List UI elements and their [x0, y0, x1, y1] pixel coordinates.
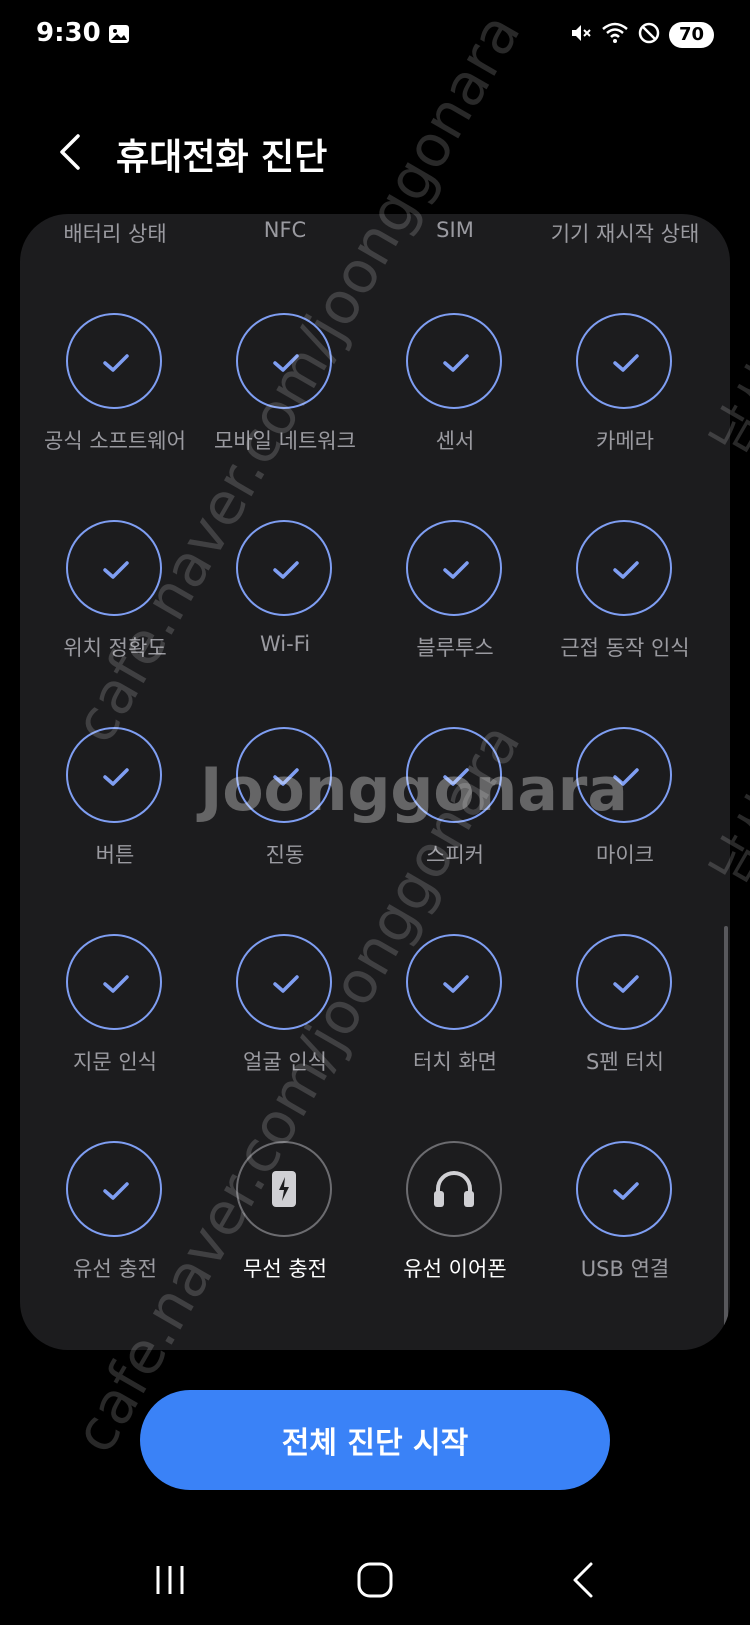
diagnostic-label: 무선 충전	[243, 1257, 327, 1281]
check-icon[interactable]	[66, 520, 162, 616]
check-icon[interactable]	[406, 520, 502, 616]
diagnostic-item[interactable]: 터치 화면	[370, 934, 540, 1094]
diagnostic-item[interactable]: NFC	[200, 214, 370, 266]
battery-level: 70	[668, 22, 714, 48]
back-nav-button[interactable]	[555, 1558, 615, 1602]
diagnostic-label: 블루투스	[416, 636, 494, 660]
diagnostic-label: NFC	[263, 218, 307, 242]
diagnostic-label: 얼굴 인식	[243, 1050, 327, 1074]
diagnostic-item[interactable]: 지문 인식	[30, 934, 200, 1094]
check-icon[interactable]	[406, 313, 502, 409]
diagnostic-label: S펜 터치	[586, 1050, 664, 1074]
diagnostic-item[interactable]: 무선 충전	[200, 1141, 370, 1301]
status-time: 9:30	[36, 18, 101, 48]
diagnostic-label: SIM	[436, 218, 474, 242]
check-icon[interactable]	[66, 313, 162, 409]
check-icon[interactable]	[236, 727, 332, 823]
home-button[interactable]	[345, 1558, 405, 1602]
diagnostic-item[interactable]: 진동	[200, 727, 370, 887]
recent-apps-icon	[156, 1566, 184, 1594]
diagnostic-item[interactable]: 근접 동작 인식	[540, 520, 710, 680]
check-icon[interactable]	[576, 313, 672, 409]
wifi-icon	[601, 21, 629, 49]
diagnostic-label: USB 연결	[580, 1257, 670, 1281]
diagnostic-label: 버튼	[95, 843, 135, 867]
start-all-diagnostics-button[interactable]: 전체 진단 시작	[140, 1390, 610, 1490]
check-icon[interactable]	[66, 934, 162, 1030]
diagnostic-label: 근접 동작 인식	[560, 636, 690, 660]
diagnostic-label: 센서	[435, 429, 475, 453]
diagnostic-item[interactable]: Wi-Fi	[200, 520, 370, 680]
do-not-disturb-icon	[637, 21, 661, 49]
back-icon	[573, 1562, 593, 1598]
diagnostic-label: 모바일 네트워크	[214, 429, 356, 453]
check-icon[interactable]	[236, 520, 332, 616]
diagnostic-item[interactable]: 스피커	[370, 727, 540, 887]
diagnostic-item[interactable]: 마이크	[540, 727, 710, 887]
diagnostic-item[interactable]: S펜 터치	[540, 934, 710, 1094]
diagnostic-label: 마이크	[596, 843, 654, 867]
diagnostic-label: 유선 이어폰	[403, 1257, 507, 1281]
diagnostic-label: Wi-Fi	[259, 632, 311, 656]
diagnostic-label: 공식 소프트웨어	[44, 429, 186, 453]
check-icon[interactable]	[66, 1141, 162, 1237]
diagnostic-item[interactable]: 위치 정확도	[30, 520, 200, 680]
check-icon[interactable]	[236, 934, 332, 1030]
recent-apps-button[interactable]	[140, 1558, 200, 1602]
navigation-bar	[0, 1540, 750, 1625]
mute-icon	[569, 21, 593, 49]
page-title: 휴대전화 진단	[116, 137, 328, 178]
diagnostic-item[interactable]: 유선 충전	[30, 1141, 200, 1301]
diagnostics-panel[interactable]: 배터리 상태 NFC SIM 기기 재시작 상태공식 소프트웨어 모바일 네트워크 센서 카…	[20, 214, 730, 1350]
diagnostic-label: 진동	[265, 843, 305, 867]
diagnostic-label: 지문 인식	[73, 1050, 157, 1074]
diagnostic-label: 기기 재시작 상태	[550, 222, 700, 246]
diagnostic-item[interactable]: 배터리 상태	[30, 214, 200, 266]
diagnostic-label: 유선 충전	[73, 1257, 157, 1281]
check-icon[interactable]	[66, 727, 162, 823]
diagnostic-label: 위치 정확도	[63, 636, 167, 660]
diagnostic-item[interactable]: 기기 재시작 상태	[540, 214, 710, 266]
wireless-charging-icon[interactable]	[236, 1141, 332, 1237]
diagnostic-label: 카메라	[596, 429, 654, 453]
check-icon[interactable]	[576, 520, 672, 616]
check-icon[interactable]	[236, 313, 332, 409]
diagnostic-item[interactable]: 카메라	[540, 313, 710, 473]
diagnostic-label: 터치 화면	[413, 1050, 497, 1074]
back-button[interactable]	[52, 132, 92, 172]
check-icon[interactable]	[576, 934, 672, 1030]
diagnostic-item[interactable]: 모바일 네트워크	[200, 313, 370, 473]
diagnostic-item[interactable]: 공식 소프트웨어	[30, 313, 200, 473]
status-bar: 9:30 70	[0, 0, 750, 70]
gallery-icon	[108, 24, 130, 44]
diagnostic-item[interactable]: 블루투스	[370, 520, 540, 680]
check-icon[interactable]	[576, 1141, 672, 1237]
chevron-left-icon	[60, 134, 80, 170]
diagnostic-item[interactable]: 유선 이어폰	[370, 1141, 540, 1301]
scrollbar[interactable]	[724, 926, 728, 1350]
status-icons: 70	[569, 20, 714, 50]
diagnostic-item[interactable]: USB 연결	[540, 1141, 710, 1301]
diagnostic-item[interactable]: SIM	[370, 214, 540, 266]
diagnostic-item[interactable]: 센서	[370, 313, 540, 473]
diagnostic-item[interactable]: 버튼	[30, 727, 200, 887]
diagnostic-label: 스피커	[426, 843, 484, 867]
diagnostic-label: 배터리 상태	[63, 222, 167, 246]
app-header: 휴대전화 진단	[0, 118, 750, 188]
check-icon[interactable]	[406, 934, 502, 1030]
check-icon[interactable]	[406, 727, 502, 823]
check-icon[interactable]	[576, 727, 672, 823]
diagnostic-item[interactable]: 얼굴 인식	[200, 934, 370, 1094]
home-icon	[357, 1562, 393, 1598]
headphones-icon[interactable]	[406, 1141, 502, 1237]
